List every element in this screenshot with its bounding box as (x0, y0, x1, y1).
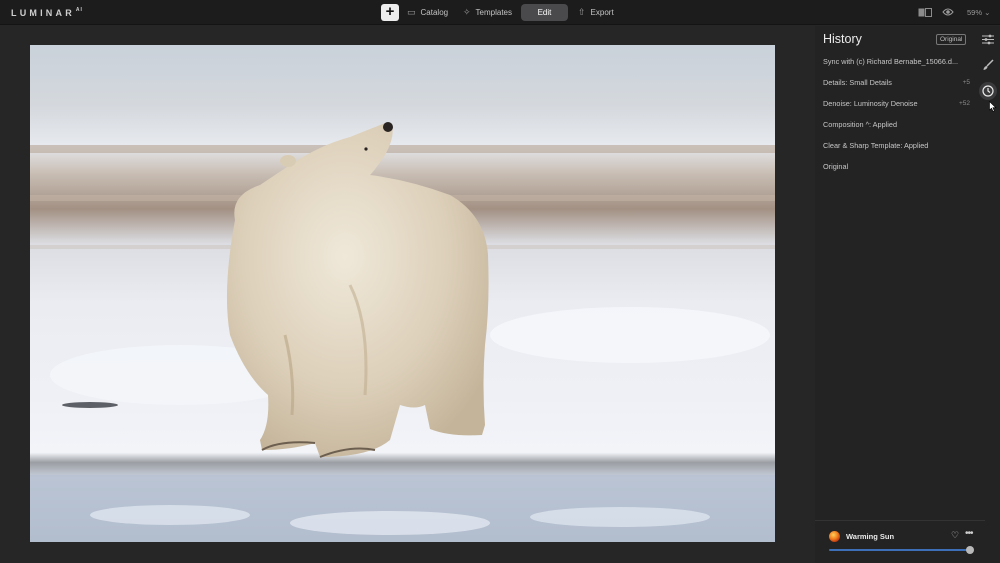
top-bar: LUMINARAI + ▭ Catalog ✧ Templates Edit ⇧… (0, 0, 1000, 25)
panel-title: History (823, 32, 862, 46)
history-item[interactable]: Original (815, 161, 975, 182)
mouse-cursor-icon (989, 101, 997, 112)
preset-thumbnail[interactable] (829, 531, 840, 542)
app-logo: LUMINARAI (11, 7, 83, 18)
history-clock-icon (982, 85, 994, 97)
zoom-select[interactable]: 59% ⌄ (967, 8, 990, 17)
history-item[interactable]: Denoise: Luminosity Denoise +52 (815, 98, 975, 119)
adjustments-button[interactable] (979, 30, 997, 48)
add-photos-button[interactable]: + (381, 4, 399, 21)
heart-icon[interactable]: ♡ (951, 530, 959, 541)
history-item[interactable]: Clear & Sharp Template: Applied (815, 140, 975, 161)
adjustments-icon (982, 34, 994, 44)
history-item[interactable]: Details: Small Details +5 (815, 77, 975, 98)
history-item[interactable]: Composition ^: Applied (815, 119, 975, 140)
image-canvas[interactable] (0, 26, 815, 563)
templates-icon: ✧ (463, 7, 471, 17)
history-button[interactable] (979, 82, 997, 100)
photo-image (30, 45, 775, 542)
tab-export[interactable]: ⇧ Export (578, 4, 614, 21)
eye-icon[interactable] (942, 7, 954, 17)
chevron-down-icon: ⌄ (984, 8, 991, 17)
photo-polar-bear[interactable] (30, 45, 775, 542)
more-icon[interactable]: ••• (965, 528, 973, 539)
compare-icon[interactable] (918, 8, 932, 17)
right-panel: History Original Sync with (c) Richard B… (815, 26, 1000, 563)
brush-icon (983, 59, 994, 70)
brush-button[interactable] (979, 56, 997, 74)
tab-templates[interactable]: ✧ Templates (463, 4, 512, 21)
tab-catalog[interactable]: ▭ Catalog (407, 4, 448, 21)
history-item[interactable]: Sync with (c) Richard Bernabe_15066.d... (815, 56, 975, 77)
export-icon: ⇧ (578, 7, 586, 17)
preset-bar: Warming Sun ♡ ••• (815, 520, 985, 563)
preset-name: Warming Sun (846, 532, 895, 541)
folder-icon: ▭ (407, 7, 416, 17)
history-list: Sync with (c) Richard Bernabe_15066.d...… (815, 56, 975, 182)
slider-handle[interactable] (966, 546, 974, 554)
tab-edit[interactable]: Edit (521, 4, 568, 21)
preset-amount-slider[interactable] (829, 549, 970, 551)
original-button[interactable]: Original (936, 34, 967, 45)
